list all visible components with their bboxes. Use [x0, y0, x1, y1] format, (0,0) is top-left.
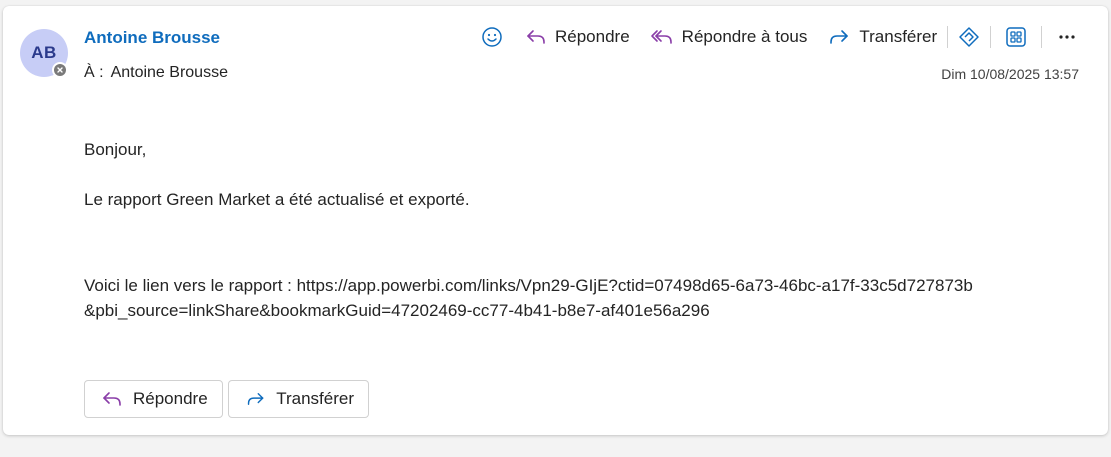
- emoji-reaction-button[interactable]: [475, 22, 509, 52]
- message-greeting: Bonjour,: [84, 140, 147, 159]
- apps-icon: [1006, 27, 1026, 47]
- reply-bottom-label: Répondre: [133, 389, 208, 408]
- toolbar-divider: [1041, 26, 1043, 48]
- forward-bottom-label: Transférer: [276, 389, 354, 408]
- apps-button[interactable]: [999, 22, 1033, 52]
- more-actions-button[interactable]: [1050, 22, 1084, 52]
- reply-icon: [527, 30, 545, 44]
- more-icon: [1059, 35, 1075, 39]
- message-card: AB Antoine Brousse À : Antoine Brousse Di…: [3, 6, 1108, 435]
- loop-icon: [959, 27, 979, 47]
- reply-all-icon: [650, 30, 672, 44]
- reply-label: Répondre: [555, 27, 630, 46]
- message-line: Le rapport Green Market a été actualisé …: [84, 190, 470, 209]
- forward-icon: [247, 392, 264, 406]
- forward-button[interactable]: Transférer: [827, 22, 937, 52]
- reply-bottom-button[interactable]: Répondre: [84, 380, 223, 418]
- toolbar-divider: [990, 26, 992, 48]
- forward-label: Transférer: [859, 27, 938, 46]
- message-toolbar: Répondre Répondre à tous Transférer: [475, 22, 1084, 52]
- reply-button[interactable]: Répondre: [525, 22, 630, 52]
- reply-icon: [103, 392, 121, 406]
- message-link-line[interactable]: Voici le lien vers le rapport : https://…: [84, 273, 984, 323]
- reply-all-label: Répondre à tous: [681, 27, 808, 46]
- avatar-initials: AB: [31, 43, 57, 62]
- forward-icon: [830, 30, 849, 44]
- recipient-prefix: À :: [84, 64, 104, 81]
- emoji-icon: [482, 27, 502, 47]
- presence-status-icon: [52, 62, 68, 78]
- loop-button[interactable]: [952, 22, 986, 52]
- recipient-line: À : Antoine Brousse: [84, 64, 228, 82]
- reply-all-button[interactable]: Répondre à tous: [650, 22, 808, 52]
- forward-bottom-button[interactable]: Transférer: [228, 380, 369, 418]
- toolbar-divider: [947, 26, 949, 48]
- sender-name[interactable]: Antoine Brousse: [84, 28, 220, 48]
- recipient-name[interactable]: Antoine Brousse: [111, 64, 228, 81]
- message-timestamp: Dim 10/08/2025 13:57: [941, 66, 1079, 82]
